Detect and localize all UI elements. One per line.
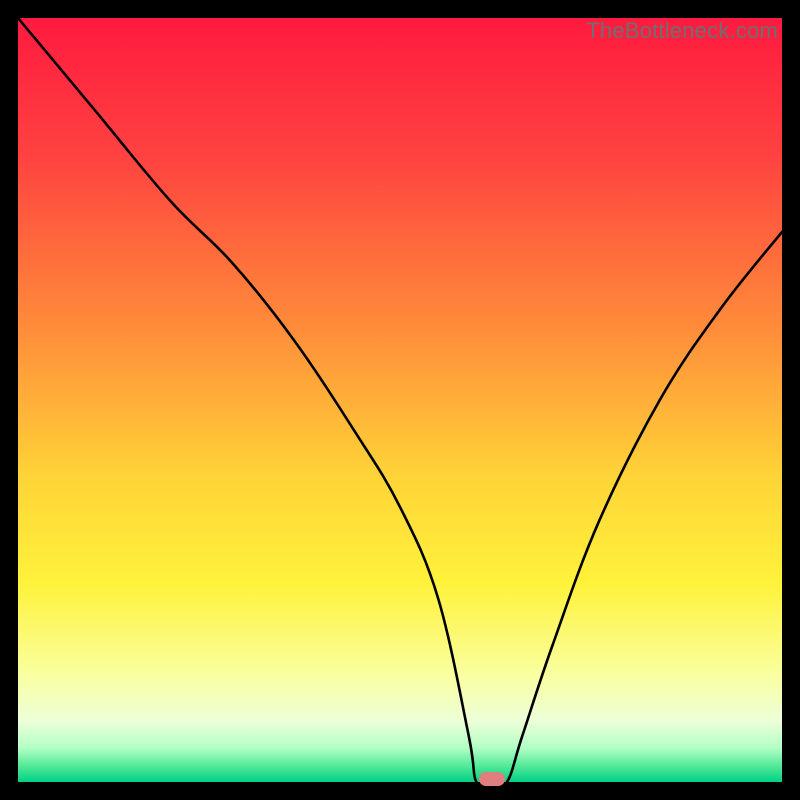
chart-frame: TheBottleneck.com <box>18 18 782 782</box>
gradient-background <box>18 18 782 782</box>
plot-area <box>18 18 782 782</box>
watermark-text: TheBottleneck.com <box>586 18 778 44</box>
optimal-point-marker <box>479 772 505 786</box>
